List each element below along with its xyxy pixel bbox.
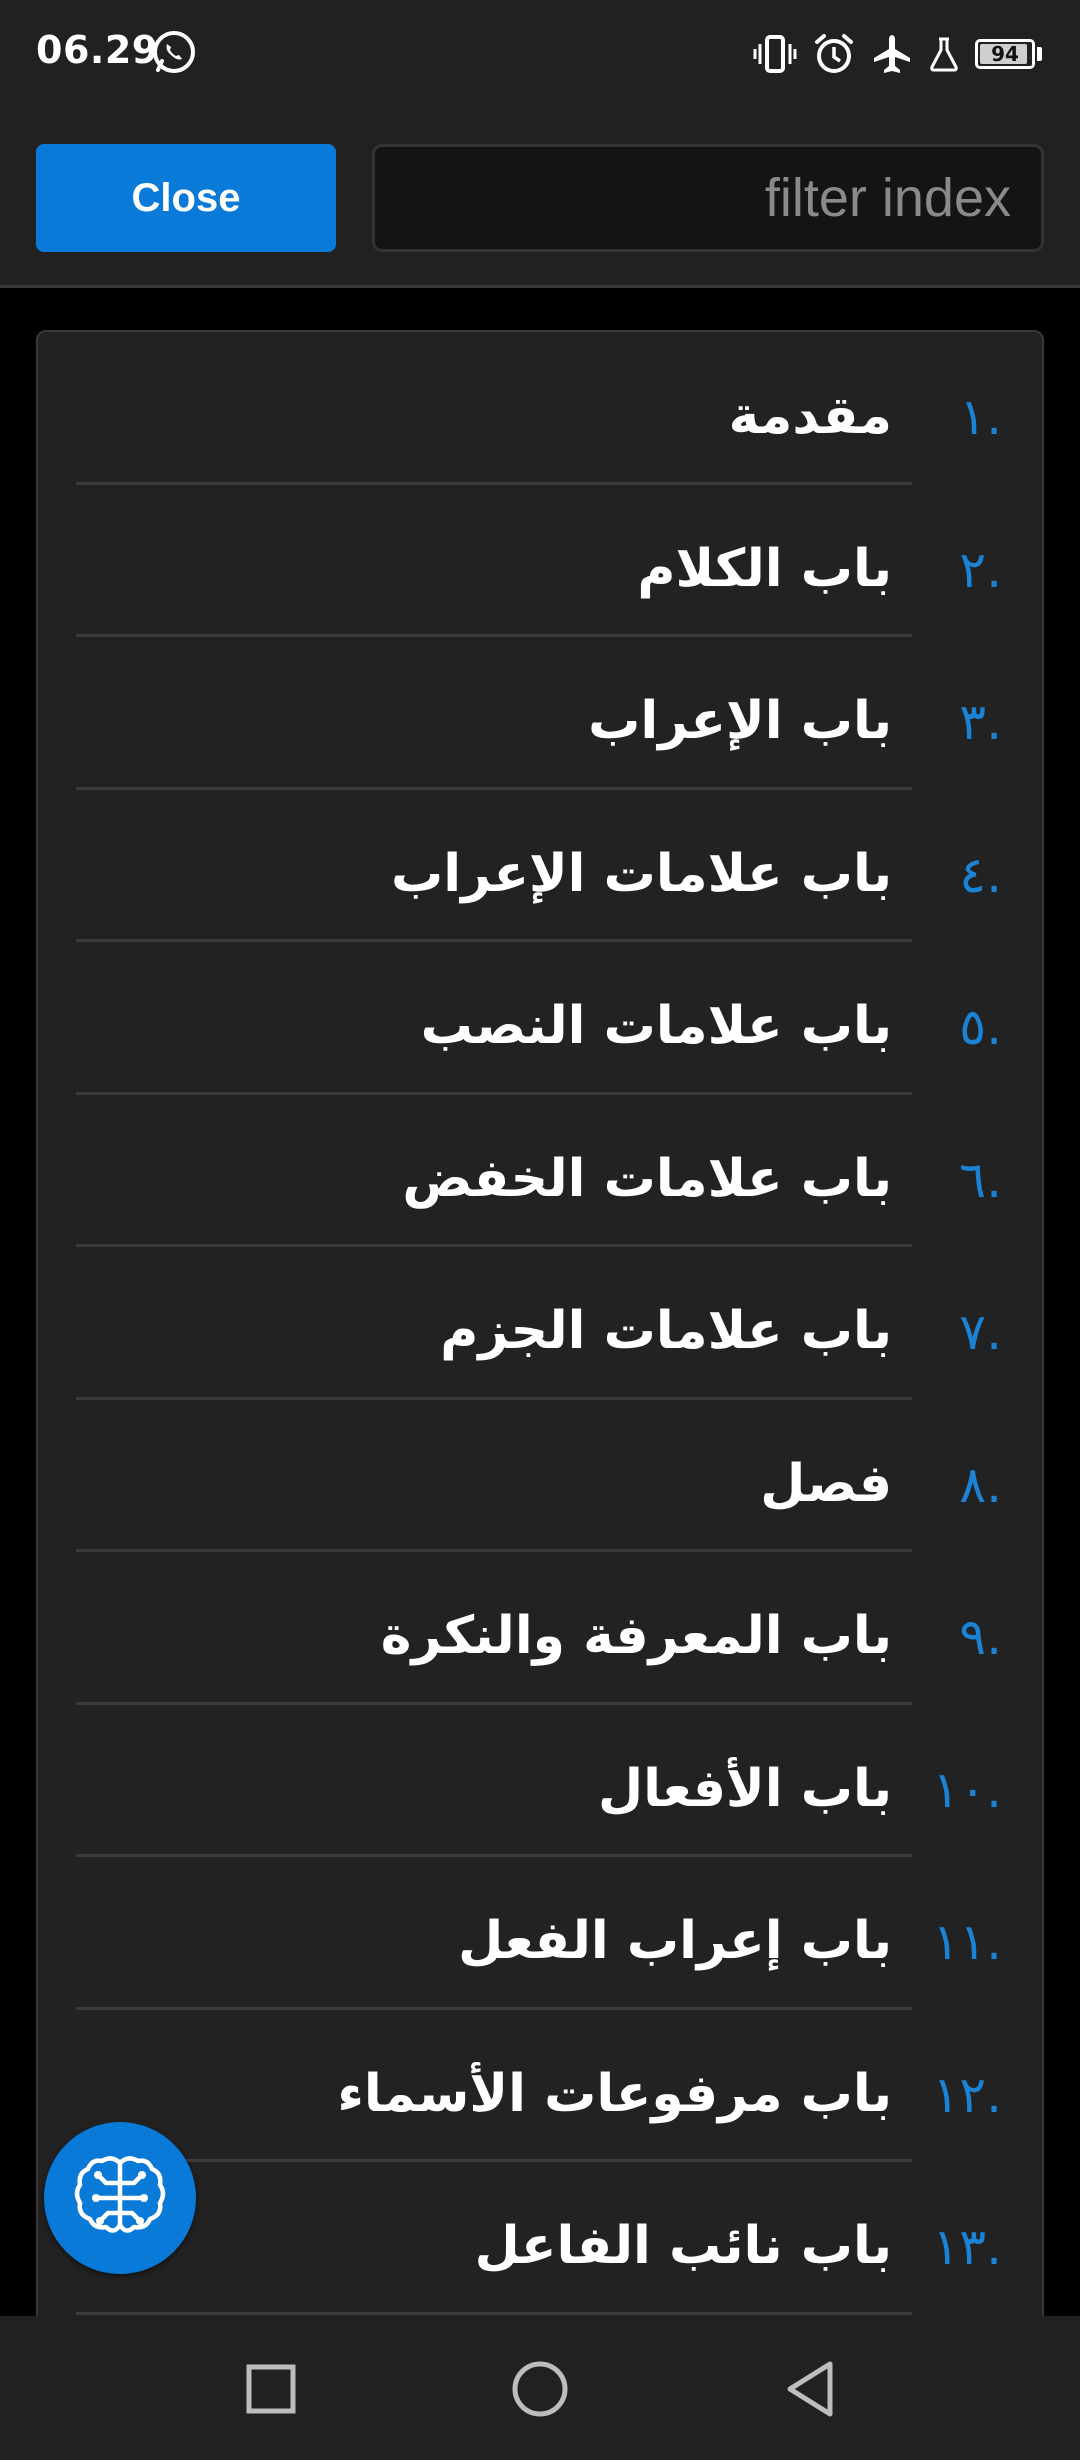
index-item[interactable]: .٧ باب علامات الجزم [38,1247,1042,1400]
status-bar: 06.29 94 [0,0,1080,110]
index-item-label: فصل [760,1453,892,1514]
index-item-label: باب علامات الجزم [440,1301,892,1361]
index-item-number: .١١ [932,1913,1002,1971]
index-item[interactable]: .٩ باب المعرفة والنكرة [38,1552,1042,1705]
index-item-label: باب مرفوعات الأسماء [337,2063,892,2124]
index-item-label: باب نائب الفاعل [474,2216,892,2276]
index-item-label: مقدمة [728,386,892,446]
status-icons: 94 [753,30,1042,78]
airplane-icon [871,33,913,75]
index-item-number: .١٠ [932,1760,1002,1819]
vibrate-icon [753,34,797,74]
index-item-number: .٨ [959,1455,1002,1514]
recent-apps-button[interactable] [236,2354,306,2424]
item-divider [76,2311,912,2315]
brain-assistant-button[interactable] [44,2122,196,2274]
index-item[interactable]: .٨ فصل [38,1400,1042,1552]
index-panel[interactable]: .١ مقدمة .٢ باب الكلام .٣ باب الإعراب .٤ باب عل… [36,330,1044,2330]
index-item-number: .١ [959,388,1002,446]
index-item[interactable]: .٣ باب الإعراب [38,637,1042,790]
index-item[interactable]: .٢ باب الكلام [38,485,1042,637]
index-item-label: باب الأفعال [598,1758,892,1819]
battery-tip [1037,47,1042,61]
index-item[interactable]: .١٢ باب مرفوعات الأسماء [38,2010,1042,2162]
back-button[interactable] [775,2354,845,2424]
home-circle-icon [512,2361,568,2417]
index-item[interactable]: .١١ باب إعراب الفعل [38,1857,1042,2010]
close-button[interactable]: Close [36,144,336,252]
index-item-label: باب الإعراب [588,691,892,751]
index-item-number: .٩ [959,1608,1002,1666]
lab-flask-icon [929,36,959,72]
app-screen: 06.29 94 Close filter index .١ مقدمة .٢ … [0,0,1080,2460]
index-item[interactable]: .٥ باب علامات النصب [38,942,1042,1095]
index-item-number: .١٢ [932,2065,1002,2124]
toolbar: Close [0,110,1080,288]
filter-index-input[interactable] [372,144,1044,252]
battery-level: 94 [991,42,1019,66]
alarm-icon [813,33,855,75]
index-item-number: .٥ [959,998,1002,1056]
recent-apps-square-icon [246,2364,296,2414]
index-item[interactable]: .٦ باب علامات الخفض [38,1095,1042,1247]
home-button[interactable] [505,2354,575,2424]
navigation-bar [0,2316,1080,2460]
whatsapp-icon [150,28,198,76]
index-item-label: باب علامات النصب [420,996,892,1056]
index-item[interactable]: .١٠ باب الأفعال [38,1705,1042,1857]
index-item-number: .٢ [959,540,1002,599]
index-list: .١ مقدمة .٢ باب الكلام .٣ باب الإعراب .٤ باب عل… [38,332,1042,2315]
index-item-label: باب المعرفة والنكرة [380,1606,892,1666]
status-time: 06.29 [36,28,159,72]
index-item-label: باب إعراب الفعل [458,1911,892,1971]
back-triangle-icon [787,2361,833,2417]
index-item-number: .٣ [959,693,1002,751]
index-item-label: باب علامات الخفض [402,1148,892,1209]
index-item-number: .١٣ [932,2218,1002,2276]
index-item-number: .٧ [959,1303,1002,1361]
battery-icon: 94 [975,39,1035,69]
index-item-number: .٦ [959,1150,1002,1209]
index-item-label: باب الكلام [637,538,892,599]
index-item-number: .٤ [959,845,1002,904]
index-item[interactable]: .١ مقدمة [38,332,1042,485]
index-item-label: باب علامات الإعراب [391,843,892,904]
brain-circuit-icon [74,2156,166,2233]
index-item[interactable]: .٤ باب علامات الإعراب [38,790,1042,942]
